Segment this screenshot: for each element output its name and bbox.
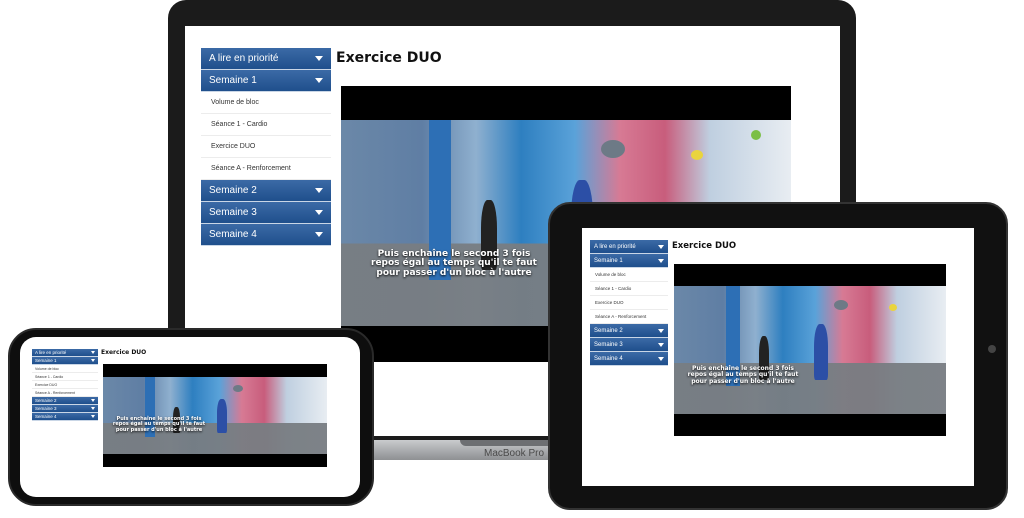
climbing-hold bbox=[834, 300, 848, 310]
climber-figure bbox=[814, 324, 828, 380]
chevron-down-icon bbox=[91, 399, 95, 402]
subnav-item-label: Séance A - Renforcement bbox=[35, 390, 75, 395]
subnav-item-label: Exercice DUO bbox=[211, 143, 256, 150]
subnav-item[interactable]: Séance A - Renforcement bbox=[201, 158, 331, 180]
subnav-item[interactable]: Exercice DUO bbox=[590, 296, 668, 310]
device-label: MacBook Pro bbox=[484, 448, 545, 459]
nav-item-week1[interactable]: Semaine 1 bbox=[32, 357, 98, 365]
subnav-item[interactable]: Volume de bloc bbox=[590, 268, 668, 282]
nav-item-week2[interactable]: Semaine 2 bbox=[201, 180, 331, 202]
chevron-down-icon bbox=[315, 232, 323, 237]
nav-item-week3[interactable]: Semaine 3 bbox=[32, 405, 98, 413]
app-phone: A lire en priorité Semaine 1 Volume de b… bbox=[20, 337, 360, 497]
chevron-down-icon bbox=[658, 328, 664, 333]
subnav-item-label: Séance A - Renforcement bbox=[595, 314, 647, 319]
sidebar-nav: A lire en priorité Semaine 1 Volume de b… bbox=[590, 240, 668, 366]
subnav-item[interactable]: Volume de bloc bbox=[32, 365, 98, 373]
video-player[interactable]: Puis enchaîne le second 3 fois repos éga… bbox=[103, 364, 327, 467]
page-title: Exercice DUO bbox=[336, 50, 442, 66]
nav-item-top-label: A lire en priorité bbox=[209, 53, 279, 64]
subnav-item-label: Séance 1 - Cardio bbox=[211, 121, 268, 128]
chevron-down-icon bbox=[315, 56, 323, 61]
sidebar-nav: A lire en priorité Semaine 1 Volume de b… bbox=[201, 48, 331, 246]
nav-item-week3[interactable]: Semaine 3 bbox=[201, 202, 331, 224]
nav-item-week1-label: Semaine 1 bbox=[594, 257, 623, 264]
subnav-item-label: Séance 1 - Cardio bbox=[35, 374, 64, 379]
video-caption: Puis enchaîne le second 3 fois repos éga… bbox=[684, 365, 802, 385]
chevron-down-icon bbox=[658, 356, 664, 361]
phone-screen: A lire en priorité Semaine 1 Volume de b… bbox=[20, 337, 360, 497]
video-player[interactable]: Puis enchaîne le second 3 fois repos éga… bbox=[674, 264, 946, 436]
subnav-item-label: Volume de bloc bbox=[211, 99, 259, 106]
app-tablet: A lire en priorité Semaine 1 Volume de b… bbox=[582, 228, 974, 486]
nav-item-week4[interactable]: Semaine 4 bbox=[590, 352, 668, 366]
subnav-item-label: Séance 1 - Cardio bbox=[595, 286, 632, 291]
nav-item-week3-label: Semaine 3 bbox=[594, 341, 623, 348]
subnav-item-label: Séance A - Renforcement bbox=[211, 165, 291, 172]
climbing-hold bbox=[751, 130, 761, 140]
laptop-notch bbox=[460, 440, 560, 446]
nav-item-top[interactable]: A lire en priorité bbox=[590, 240, 668, 254]
tablet-screen: A lire en priorité Semaine 1 Volume de b… bbox=[582, 228, 974, 486]
chevron-down-icon bbox=[315, 78, 323, 83]
subnav-item[interactable]: Séance A - Renforcement bbox=[32, 389, 98, 397]
climbing-hold bbox=[889, 304, 897, 311]
nav-item-week4[interactable]: Semaine 4 bbox=[201, 224, 331, 246]
sidebar-nav: A lire en priorité Semaine 1 Volume de b… bbox=[32, 349, 98, 421]
subnav-item[interactable]: Volume de bloc bbox=[201, 92, 331, 114]
subnav-item-label: Volume de bloc bbox=[595, 272, 626, 277]
caption-line: pour passer d'un bloc à l'autre bbox=[691, 377, 795, 385]
chevron-down-icon bbox=[658, 342, 664, 347]
subnav-item-label: Volume de bloc bbox=[35, 366, 59, 371]
climbing-hold bbox=[691, 150, 703, 160]
chevron-down-icon bbox=[658, 258, 664, 263]
subnav-item[interactable]: Séance A - Renforcement bbox=[590, 310, 668, 324]
page-title: Exercice DUO bbox=[101, 349, 147, 356]
nav-item-week4[interactable]: Semaine 4 bbox=[32, 413, 98, 421]
chevron-down-icon bbox=[91, 351, 95, 354]
video-caption: Puis enchaîne le second 3 fois repos éga… bbox=[109, 416, 209, 433]
chevron-down-icon bbox=[91, 359, 95, 362]
camera-icon bbox=[988, 345, 996, 353]
subnav-item-label: Exercice DUO bbox=[595, 300, 624, 305]
chevron-down-icon bbox=[91, 415, 95, 418]
nav-item-week4-label: Semaine 4 bbox=[35, 414, 57, 419]
nav-item-top[interactable]: A lire en priorité bbox=[201, 48, 331, 70]
nav-item-week1[interactable]: Semaine 1 bbox=[590, 254, 668, 268]
nav-item-week2[interactable]: Semaine 2 bbox=[590, 324, 668, 338]
chevron-down-icon bbox=[91, 407, 95, 410]
subnav-item[interactable]: Exercice DUO bbox=[32, 381, 98, 389]
chevron-down-icon bbox=[315, 210, 323, 215]
nav-item-week1-label: Semaine 1 bbox=[209, 75, 257, 86]
nav-item-week2-label: Semaine 2 bbox=[35, 398, 57, 403]
nav-item-week3[interactable]: Semaine 3 bbox=[590, 338, 668, 352]
chevron-down-icon bbox=[315, 188, 323, 193]
nav-item-top-label: A lire en priorité bbox=[594, 243, 636, 250]
nav-item-week2-label: Semaine 2 bbox=[594, 327, 623, 334]
nav-item-week3-label: Semaine 3 bbox=[35, 406, 57, 411]
nav-item-week4-label: Semaine 4 bbox=[209, 229, 257, 240]
video-caption: Puis enchaîne le second 3 fois repos éga… bbox=[359, 249, 549, 278]
nav-item-week4-label: Semaine 4 bbox=[594, 355, 623, 362]
nav-item-top[interactable]: A lire en priorité bbox=[32, 349, 98, 357]
nav-item-week1[interactable]: Semaine 1 bbox=[201, 70, 331, 92]
nav-item-week2[interactable]: Semaine 2 bbox=[32, 397, 98, 405]
climbing-hold bbox=[233, 385, 243, 392]
nav-item-top-label: A lire en priorité bbox=[35, 350, 67, 355]
video-frame bbox=[674, 286, 946, 414]
caption-line: pour passer d'un bloc à l'autre bbox=[376, 267, 532, 278]
nav-item-week1-label: Semaine 1 bbox=[35, 358, 57, 363]
chevron-down-icon bbox=[658, 244, 664, 249]
subnav-item-label: Exercice DUO bbox=[35, 382, 58, 387]
page-title: Exercice DUO bbox=[672, 241, 737, 251]
subnav-item[interactable]: Séance 1 - Cardio bbox=[201, 114, 331, 136]
subnav-item[interactable]: Séance 1 - Cardio bbox=[32, 373, 98, 381]
nav-item-week3-label: Semaine 3 bbox=[209, 207, 257, 218]
climber-figure bbox=[217, 399, 227, 433]
caption-line: pour passer d'un bloc à l'autre bbox=[115, 426, 203, 433]
subnav-item[interactable]: Séance 1 - Cardio bbox=[590, 282, 668, 296]
subnav-item[interactable]: Exercice DUO bbox=[201, 136, 331, 158]
climbing-hold bbox=[601, 140, 625, 158]
nav-item-week2-label: Semaine 2 bbox=[209, 185, 257, 196]
